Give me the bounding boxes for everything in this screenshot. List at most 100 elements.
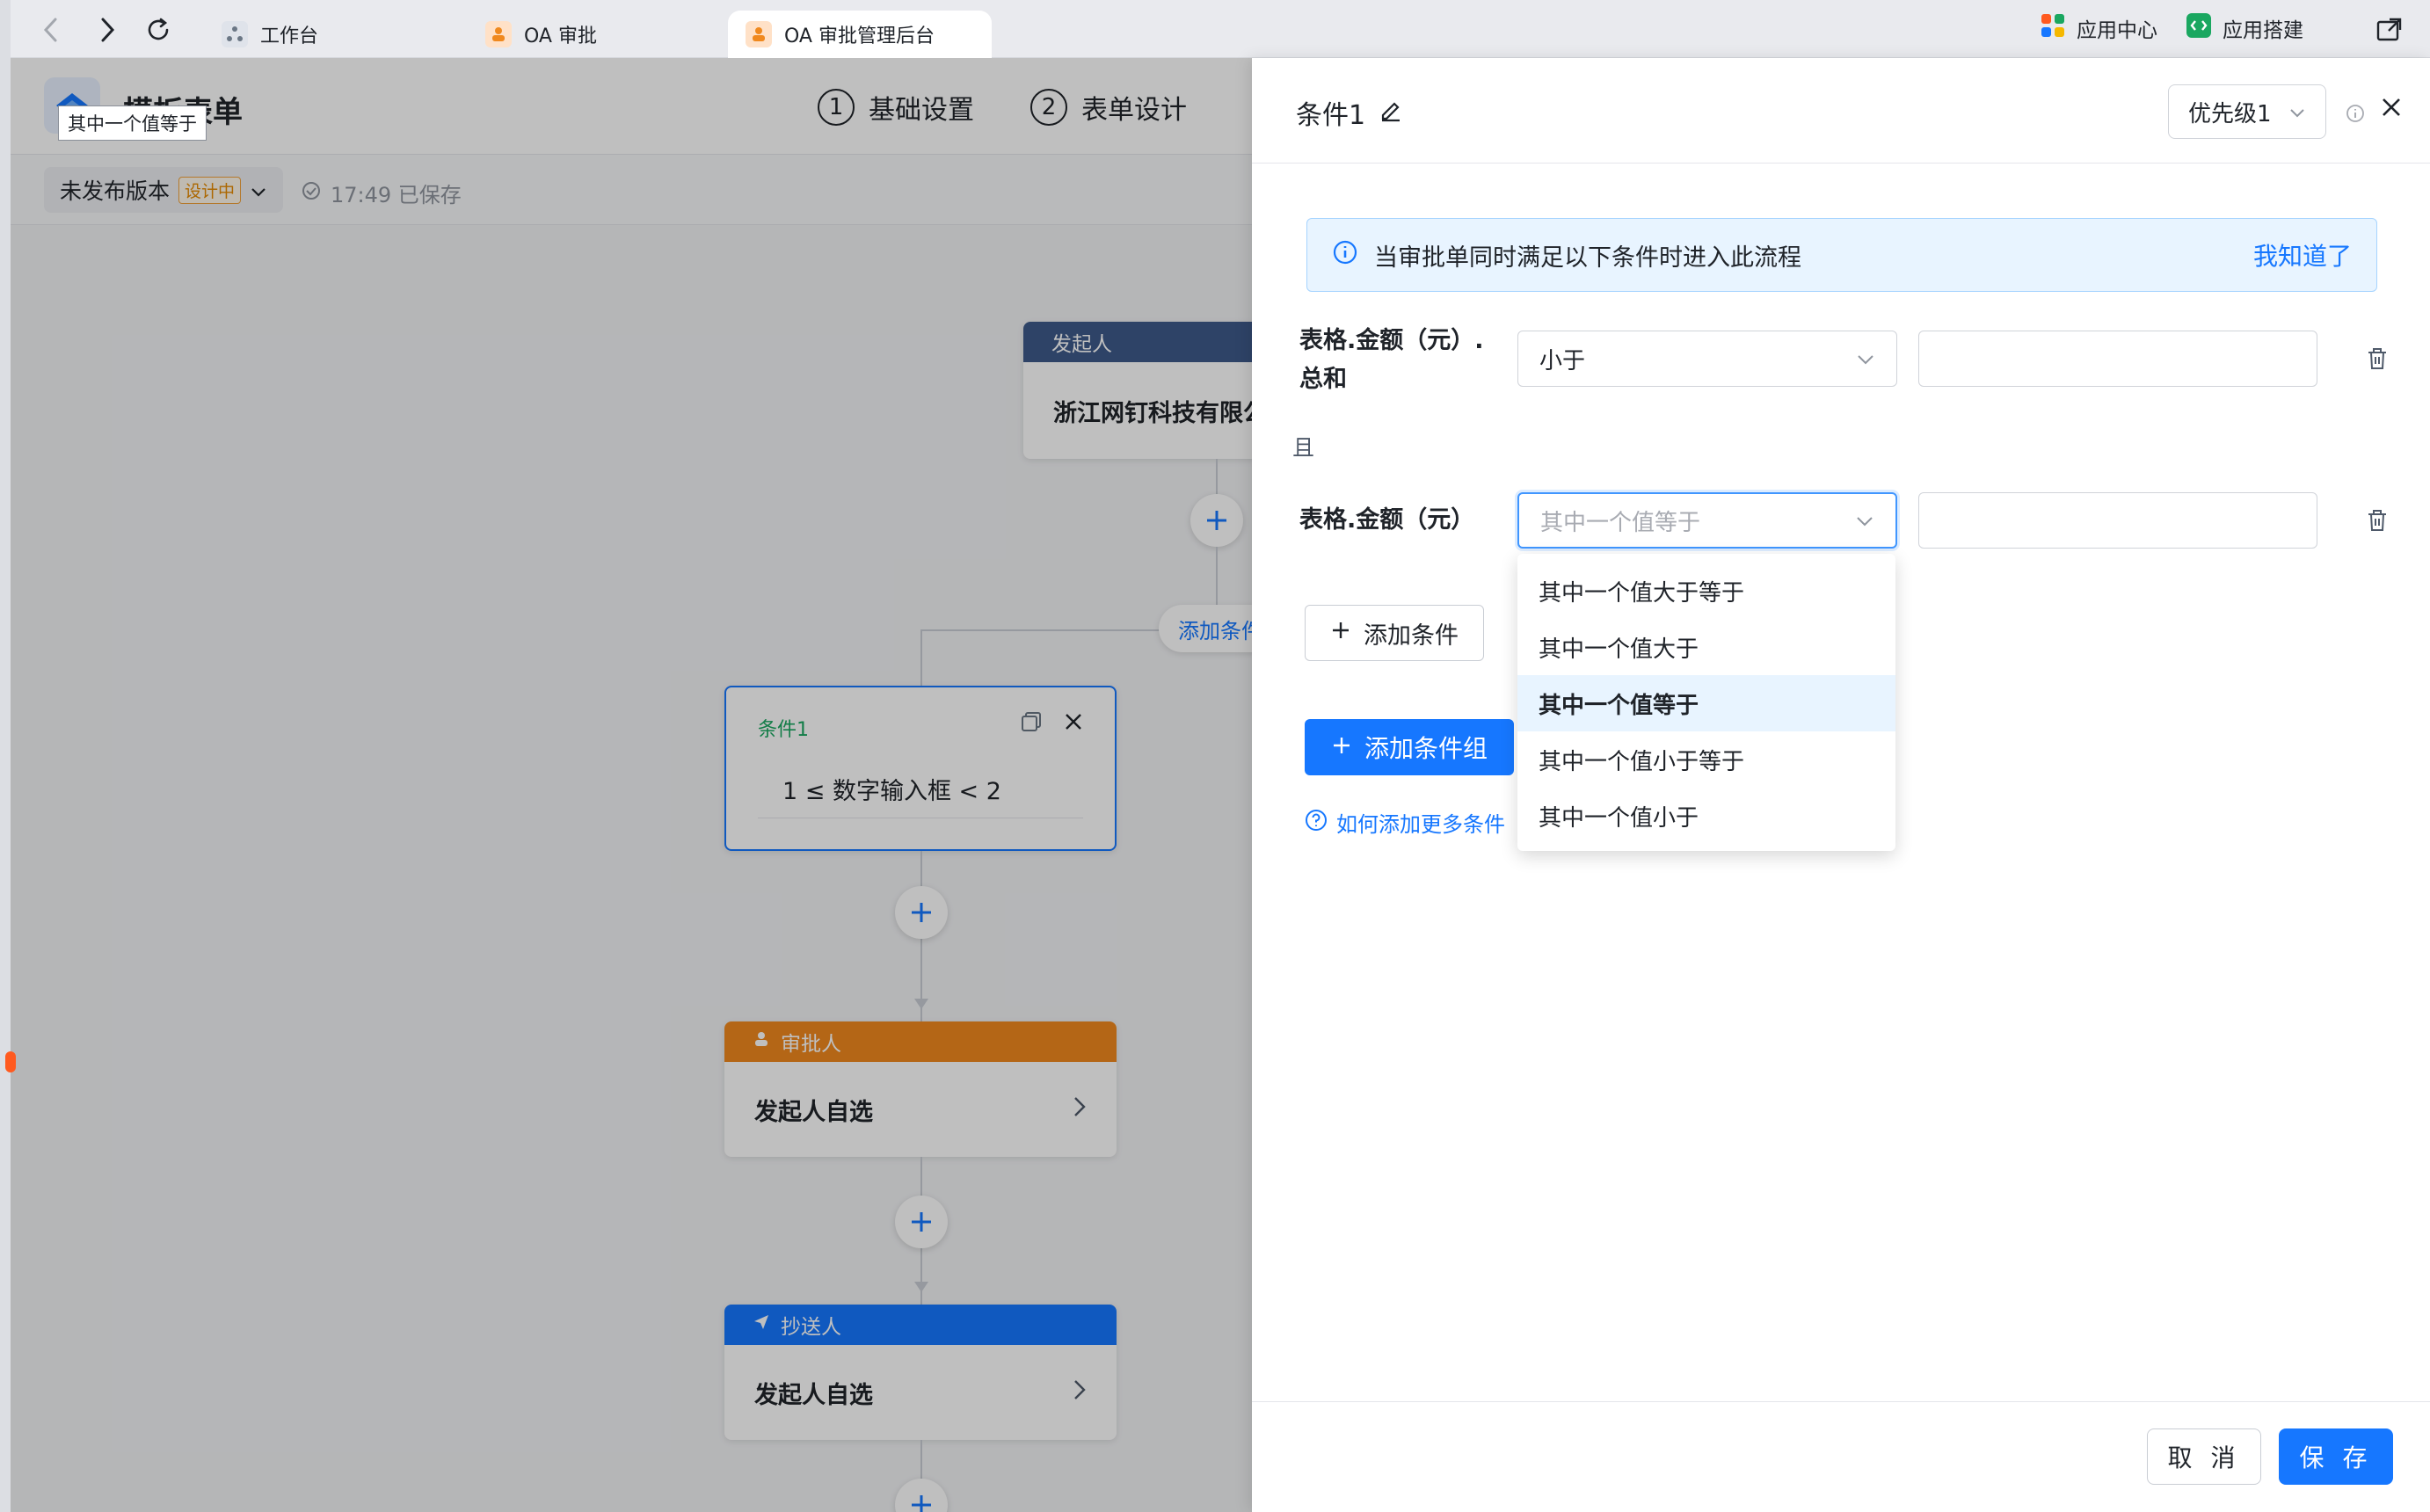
save-button[interactable]: 保 存	[2279, 1428, 2393, 1485]
tab-workbench[interactable]: 工作台	[204, 11, 336, 58]
drawer-footer: 取 消 保 存	[1252, 1401, 2430, 1512]
acknowledge-link[interactable]: 我知道了	[2253, 237, 2352, 273]
question-circle-icon	[1305, 809, 1328, 837]
browser-topbar: 工作台 OA 审批 OA 审批管理后台 应用中心 应用搭建	[11, 0, 2430, 58]
operator-value: 小于	[1539, 347, 1586, 374]
help-text: 如何添加更多条件	[1336, 812, 1505, 837]
priority-select[interactable]: 优先级1	[2168, 84, 2326, 139]
add-condition-button[interactable]: 添加条件	[1305, 605, 1484, 661]
drawer-title-text: 条件1	[1296, 100, 1366, 131]
oa-admin-icon	[746, 21, 772, 47]
help-link[interactable]: 如何添加更多条件	[1305, 807, 1505, 838]
cc-node[interactable]: 抄送人 发起人自选	[724, 1305, 1117, 1440]
tab-label: OA 审批管理后台	[784, 25, 935, 47]
step-number: 1	[818, 89, 855, 126]
app-builder-label: 应用搭建	[2223, 19, 2303, 42]
arrow-down-icon	[914, 1282, 928, 1292]
add-group-label: 添加条件组	[1364, 734, 1488, 763]
drawer-title: 条件1	[1296, 93, 1404, 132]
condition-value-input[interactable]	[1918, 331, 2317, 387]
version-select[interactable]: 未发布版本 设计中	[44, 167, 284, 213]
chevron-down-icon	[1856, 345, 1875, 372]
back-icon[interactable]	[35, 14, 67, 46]
condition-field-label-line2: 总和	[1299, 366, 1347, 393]
copy-icon[interactable]	[1020, 710, 1043, 737]
approver-node[interactable]: 审批人 发起人自选	[724, 1021, 1117, 1157]
delete-icon[interactable]	[2361, 343, 2393, 374]
chevron-right-icon	[1073, 1095, 1087, 1124]
condition-field-label: 表格.金额（元）. 总和	[1299, 322, 1484, 399]
condition-value-input[interactable]	[1918, 492, 2317, 549]
arrow-down-icon	[914, 999, 928, 1009]
cc-node-body: 发起人自选	[724, 1345, 1117, 1440]
workbench-icon	[222, 21, 248, 47]
add-condition-label: 添加条件	[1364, 622, 1459, 650]
approver-head-label: 审批人	[781, 1033, 841, 1056]
step-label: 基础设置	[869, 95, 974, 126]
dropdown-option-selected[interactable]: 其中一个值等于	[1517, 675, 1895, 731]
app-builder-icon	[2186, 12, 2212, 44]
approver-node-body: 发起人自选	[724, 1062, 1117, 1157]
condition-field-label: 表格.金额（元）	[1299, 506, 1475, 534]
forward-icon[interactable]	[91, 14, 123, 46]
dropdown-option[interactable]: 其中一个值小于	[1517, 788, 1895, 844]
add-condition-group-button[interactable]: 添加条件组	[1305, 719, 1515, 775]
condition-node-title: 条件1	[758, 719, 809, 741]
version-label: 未发布版本	[60, 178, 171, 204]
approver-node-head: 审批人	[724, 1021, 1117, 1062]
reload-icon[interactable]	[142, 14, 174, 46]
edit-icon[interactable]	[1378, 96, 1404, 129]
dropdown-option[interactable]: 其中一个值小于等于	[1517, 731, 1895, 788]
dropdown-option[interactable]: 其中一个值大于	[1517, 619, 1895, 675]
app-builder-link[interactable]: 应用搭建	[2186, 12, 2303, 44]
operator-select[interactable]: 其中一个值等于	[1517, 492, 1897, 549]
user-icon	[753, 1030, 770, 1053]
drawer-header: 条件1 优先级1	[1252, 58, 2430, 164]
step-form-design[interactable]: 2 表单设计	[1030, 88, 1187, 127]
plus-icon	[1331, 733, 1352, 762]
tab-label: OA 审批	[524, 25, 597, 47]
send-icon	[753, 1313, 770, 1336]
open-external-icon[interactable]	[2374, 14, 2405, 46]
app-center-link[interactable]: 应用中心	[2040, 12, 2157, 44]
tab-oa-approval[interactable]: OA 审批	[468, 11, 615, 58]
alert-text: 当审批单同时满足以下条件时进入此流程	[1374, 244, 1801, 272]
and-connector-label: 且	[1292, 435, 1315, 461]
save-status: 17:49 已保存	[301, 178, 462, 208]
add-node-button[interactable]	[895, 886, 948, 939]
app-center-label: 应用中心	[2077, 19, 2157, 42]
condition-drawer: 条件1 优先级1 当审批单同时满足以下条件时进入此流程 我知道了 表格.金额（元…	[1252, 58, 2430, 1512]
priority-value: 优先级1	[2188, 100, 2272, 127]
cancel-button[interactable]: 取 消	[2147, 1428, 2261, 1485]
connector-line	[920, 629, 922, 687]
add-node-button[interactable]	[895, 1196, 948, 1248]
delete-icon[interactable]	[2361, 505, 2393, 536]
step-label: 表单设计	[1081, 95, 1187, 126]
close-icon[interactable]	[2374, 90, 2409, 125]
plus-icon	[1330, 620, 1351, 647]
operator-select[interactable]: 小于	[1517, 331, 1897, 387]
dropdown-option[interactable]: 其中一个值大于等于	[1517, 563, 1895, 619]
chevron-down-icon	[1855, 507, 1874, 534]
tab-label: 工作台	[260, 25, 319, 47]
step-number: 2	[1030, 89, 1067, 126]
info-icon[interactable]	[2346, 104, 2365, 127]
info-alert: 当审批单同时满足以下条件时进入此流程 我知道了	[1306, 218, 2377, 292]
condition-node[interactable]: 条件1 1 ≤ 数字输入框 < 2	[724, 686, 1117, 851]
app-center-icon	[2040, 12, 2066, 44]
operator-dropdown-menu: 其中一个值大于等于 其中一个值大于 其中一个值等于 其中一个值小于等于 其中一个…	[1517, 554, 1895, 851]
add-node-button[interactable]	[1190, 494, 1243, 547]
chevron-right-icon	[1073, 1378, 1087, 1407]
save-status-text: 17:49 已保存	[331, 183, 462, 207]
approver-body-label: 发起人自选	[754, 1098, 873, 1126]
step-basic-settings[interactable]: 1 基础设置	[818, 88, 974, 127]
chevron-down-icon	[2288, 98, 2306, 125]
condition-expression: 1 ≤ 数字输入框 < 2	[782, 778, 1001, 805]
tab-oa-admin[interactable]: OA 审批管理后台	[728, 11, 992, 58]
info-icon	[1332, 239, 1358, 272]
add-node-button[interactable]	[895, 1479, 948, 1512]
hover-tooltip: 其中一个值等于	[58, 105, 207, 141]
check-circle-icon	[301, 180, 322, 207]
status-badge: 设计中	[178, 176, 242, 204]
close-icon[interactable]	[1062, 710, 1085, 737]
